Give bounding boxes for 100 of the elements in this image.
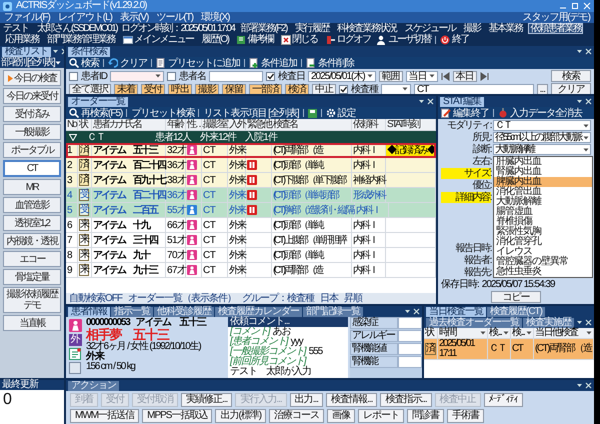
input-field[interactable] [209, 70, 263, 82]
caret-icon[interactable] [428, 73, 435, 79]
action-button[interactable]: クリア [551, 83, 591, 94]
table-row[interactable]: 6 来 アイテム 十九 66才 CT 外来 (CT)頭部（単純 内科Ｉ [66, 218, 436, 233]
panel-tab[interactable]: 条件検索 [68, 47, 110, 57]
table-row[interactable]: 9 来 アイテム 九十三 67才 CT 外来 (CT)両腎部（造 内科Ｉ [66, 263, 436, 278]
toolbar-button[interactable]: クリア [108, 58, 147, 68]
save-icon[interactable] [308, 108, 317, 118]
group-row[interactable]: ＣＴ 患者12人 外来12件 入院1件 [66, 131, 436, 143]
panel-tab[interactable]: オーダー一覧 [68, 97, 128, 107]
menu-item[interactable]: ファイル(F) [4, 12, 50, 23]
panel-tab[interactable]: STAT編集 [440, 97, 484, 107]
table-row[interactable]: 2 済 アイテム 百二十四 36才 CT 外来 (CT)頭部（単純 内科Ｉ [66, 158, 436, 173]
nav-button[interactable]: ログオフ [323, 34, 372, 45]
action-button[interactable]: ﾒｰﾃﾞｨﾃｨ [484, 393, 523, 407]
toolbar-button[interactable]: 編集終了 [441, 108, 489, 118]
checkbox[interactable] [339, 84, 348, 94]
panel-tab[interactable]: 検査履歴カレンダー [215, 307, 302, 317]
toolbar-button[interactable]: 再検索(F5) [69, 108, 122, 118]
list-button[interactable]: 血管造影 [3, 197, 61, 213]
list-button[interactable]: 撮影依頼履歴デモ [3, 287, 61, 313]
column-header[interactable]: 性… [186, 119, 202, 130]
table-row[interactable]: 8 来 アイテム 九十 70才 CT 外来 (CT)頭部（単純 内科Ｉ [66, 248, 436, 263]
column-header[interactable]: 依頼科 [352, 119, 386, 130]
panel-controls-icon[interactable] [576, 382, 592, 390]
dropdown-option[interactable]: 腸管虚血 [494, 207, 592, 217]
checkbox[interactable] [167, 72, 176, 80]
action-button[interactable]: 出力(標準) [215, 409, 266, 423]
caret-icon[interactable] [402, 86, 408, 92]
nav-button[interactable]: メインメニュー [121, 34, 196, 45]
caret-icon[interactable] [155, 73, 161, 79]
dropdown-option[interactable]: 急性虫垂炎 [494, 267, 592, 277]
list-button[interactable]: 当直帳 [3, 315, 61, 331]
caret-icon[interactable] [586, 330, 592, 336]
dropdown-option[interactable]: 消化管出血 [494, 187, 592, 197]
select-field[interactable] [381, 84, 411, 94]
list-button[interactable]: エコー [3, 251, 61, 267]
toolbar-button[interactable]: 条件削除 [306, 58, 354, 68]
action-button[interactable]: 出力... [290, 393, 324, 407]
dropdown-list[interactable]: 肝臓内出血 腎臓内出血 脾臓内出血 消化管出血 大動脈解離 腸管虚血 脊椎損傷 緊張性気胸 消化管穿孔 イレウス 管腔臓器の壁異常 急性虫垂炎 [493, 156, 593, 278]
column-header[interactable]: 撮影室 [202, 119, 228, 130]
table-row[interactable]: 3 済 アイテム 百九十七 38才 CT 外来 (CT)下腹部（単下腹部 神経内科 [66, 173, 436, 188]
panel-tab[interactable]: 検査実施歴 [523, 318, 574, 328]
list-button[interactable]: MR [3, 179, 61, 195]
panel-controls-icon[interactable] [418, 98, 434, 106]
caret-icon[interactable] [503, 330, 509, 336]
table-row[interactable]: 4 受 アイテム 百二十四 36才 CT 外来 (CT)頭部（単純頭部 形成外科 [66, 188, 436, 203]
column-header[interactable]: 患者カナ氏名 [92, 119, 166, 130]
toolbar-button[interactable]: ユーザ切替 [376, 34, 431, 45]
panel-tab[interactable]: 過去検査オーダー一覧 [426, 318, 522, 328]
range-select[interactable]: 当日 [406, 70, 438, 82]
list-button[interactable]: CT [3, 160, 61, 177]
status-toggle[interactable]: 中止 [312, 84, 336, 94]
today-button[interactable]: 本日 [452, 70, 477, 82]
column-header[interactable]: 状 [78, 119, 92, 130]
list-button[interactable]: 今日の検査 [3, 70, 61, 86]
action-button[interactable]: 問診書 [407, 409, 444, 423]
table-row[interactable]: 5 受 アイテム 二百五 55才 CT 外来 (CT)胸部（造影剤・縦隔 内科Ｉ [66, 203, 436, 218]
list-button[interactable]: 内視鏡・透視 [3, 233, 61, 249]
nav-button[interactable]: 備考欄 [234, 34, 275, 45]
panel-controls-icon[interactable] [576, 48, 592, 56]
menu-item[interactable]: 表示(V) [120, 12, 148, 23]
maximize-icon[interactable] [571, 2, 579, 10]
list-button[interactable]: 骨塩定量 [3, 269, 61, 285]
column-header[interactable]: 年齢 [166, 119, 186, 130]
previous-icon[interactable] [440, 72, 450, 80]
toolbar-button[interactable]: 終了 [440, 34, 469, 45]
nav-button[interactable]: 基本業務 [486, 23, 524, 34]
status-toggle[interactable]: 呼出 [168, 84, 192, 94]
input-field[interactable] [110, 70, 164, 82]
nav-button[interactable]: 実行履歴 [292, 23, 331, 34]
nav-button[interactable]: 部門業務管理業務 [45, 34, 117, 45]
list-button[interactable]: ポータブル [3, 142, 61, 158]
list-button[interactable]: 受付済み [3, 106, 61, 122]
panel-controls-icon[interactable] [576, 98, 592, 106]
menu-item[interactable]: 環境(X) [201, 12, 230, 23]
copy-button[interactable]: コピー [491, 291, 541, 303]
dropdown-option[interactable]: 緊張性気胸 [494, 227, 592, 237]
date-field[interactable]: 2025/05/01(木) [308, 70, 376, 82]
caret-icon[interactable] [55, 60, 62, 66]
dropdown-option[interactable]: イレウス [494, 247, 592, 257]
dropdown-option[interactable]: 消化管穿孔 [494, 237, 592, 247]
panel-tab[interactable]: 指示一覧 [111, 307, 153, 317]
column-header[interactable]: 検査名 [272, 119, 352, 130]
panel-tab[interactable]: 患者情報 [68, 307, 110, 317]
status-toggle[interactable]: 検済 [285, 84, 309, 94]
status-toggle[interactable]: 保留 [222, 84, 246, 94]
browse-button[interactable]: ... [536, 84, 548, 94]
dropdown-option[interactable]: 大動脈解離 [494, 197, 592, 207]
select-field[interactable]: 径5.5cm以上の腹部大動脈 [493, 132, 591, 143]
column-header[interactable]: 検... [488, 328, 511, 338]
nav-button[interactable]: スケジュール [402, 23, 458, 34]
panel-tab[interactable]: 検査リスト [2, 47, 50, 57]
column-header[interactable]: 入外 [228, 119, 246, 130]
action-button[interactable]: MPPS一括取込 [142, 409, 212, 423]
nav-button[interactable]: 履歴(O) [200, 34, 230, 45]
panel-tab[interactable]: 当日検査一覧 [426, 307, 486, 317]
column-header[interactable]: STAT時刻 [386, 119, 436, 130]
select-field[interactable]: 大動脈解離 [493, 144, 591, 155]
action-button[interactable]: 実績修正... [181, 393, 232, 407]
